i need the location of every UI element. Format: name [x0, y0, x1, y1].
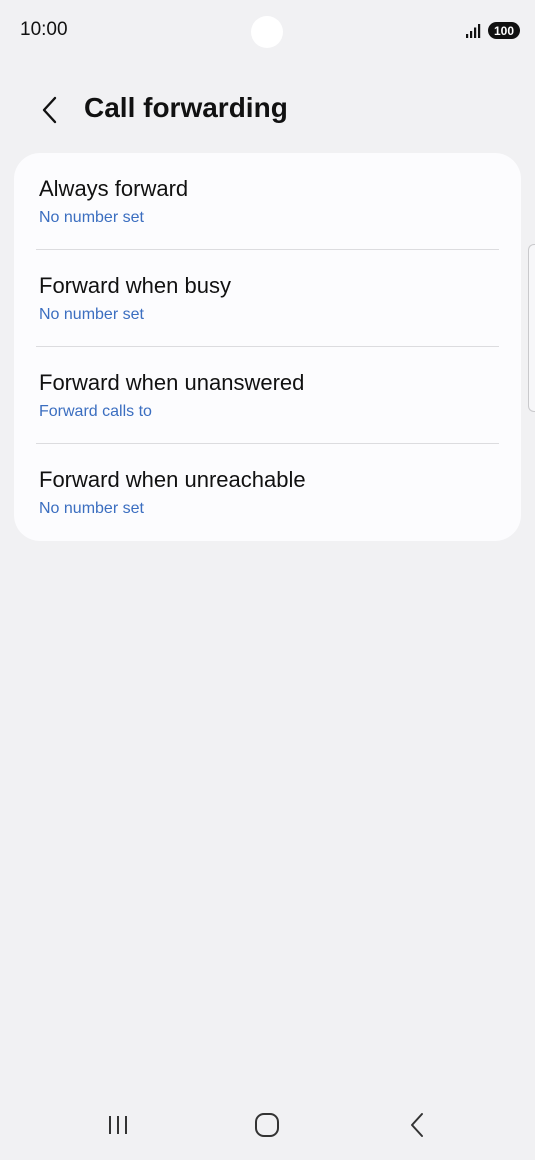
back-icon	[411, 1113, 423, 1137]
page-title: Call forwarding	[84, 92, 288, 123]
edge-panel-handle[interactable]	[528, 244, 535, 412]
option-always-forward[interactable]: Always forward No number set	[14, 153, 521, 250]
option-title: Forward when unanswered	[39, 370, 305, 395]
app-header: Call forwarding	[0, 78, 535, 142]
status-time: 10:00	[20, 19, 68, 40]
option-subtitle: Forward calls to	[39, 403, 152, 420]
option-title: Forward when busy	[39, 273, 231, 298]
back-button[interactable]	[28, 86, 72, 134]
battery-icon: 100	[488, 22, 520, 39]
option-subtitle: No number set	[39, 500, 144, 517]
navigation-bar	[0, 1090, 535, 1160]
signal-icon	[466, 24, 481, 38]
option-title: Forward when unreachable	[39, 467, 306, 492]
battery-level: 100	[493, 23, 515, 38]
chevron-left-icon	[42, 96, 57, 124]
recent-apps-icon	[109, 1116, 127, 1134]
option-subtitle: No number set	[39, 306, 144, 323]
option-forward-when-busy[interactable]: Forward when busy No number set	[14, 250, 521, 347]
home-icon	[255, 1113, 279, 1137]
home-button[interactable]	[237, 1100, 297, 1150]
option-subtitle: No number set	[39, 209, 144, 226]
option-title: Always forward	[39, 176, 189, 201]
status-bar: 10:00 100	[0, 0, 535, 64]
camera-cutout	[251, 16, 283, 48]
nav-back-button[interactable]	[387, 1100, 447, 1150]
option-forward-when-unanswered[interactable]: Forward when unanswered Forward calls to	[14, 347, 521, 444]
forwarding-options-list: Always forward No number set Forward whe…	[14, 153, 521, 541]
recent-apps-button[interactable]	[88, 1100, 148, 1150]
option-forward-when-unreachable[interactable]: Forward when unreachable No number set	[14, 444, 521, 541]
